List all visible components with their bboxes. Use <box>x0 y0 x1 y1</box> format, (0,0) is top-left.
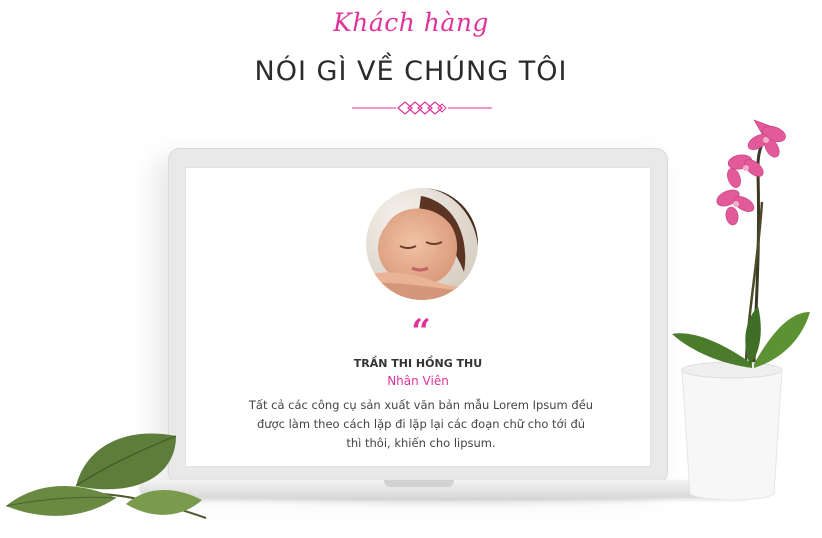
person-name: TRẦN THI HỒNG THU <box>353 357 483 370</box>
orchid-plant-image <box>672 119 810 501</box>
laptop-notch <box>384 480 454 487</box>
quote-icon: “ <box>411 312 431 352</box>
leaves-decoration-image <box>6 433 207 519</box>
section-title: NÓI GÌ VỀ CHÚNG TÔI <box>254 56 568 87</box>
avatar <box>366 188 478 300</box>
ornament-divider-icon <box>352 101 492 115</box>
script-title: Khách hàng <box>333 8 489 37</box>
person-role: Nhân Viên <box>387 374 449 388</box>
testimonial-text: Tất cả các công cụ sản xuất văn bản mẫu … <box>248 398 594 450</box>
